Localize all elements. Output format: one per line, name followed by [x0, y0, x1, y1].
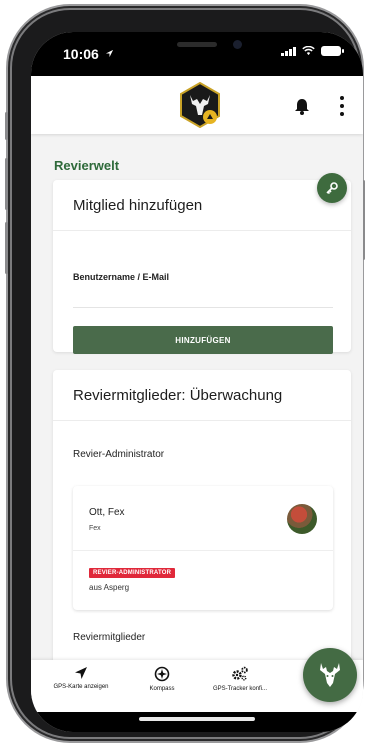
member-username: Fex	[89, 525, 101, 532]
kebab-menu-icon[interactable]	[339, 96, 345, 116]
avatar	[287, 504, 317, 534]
card-divider	[53, 230, 351, 231]
speaker	[177, 42, 217, 47]
deer-fab-button[interactable]	[303, 648, 357, 702]
member-card-divider	[73, 550, 333, 551]
input-underline	[73, 307, 333, 308]
location-arrow-icon	[105, 49, 114, 58]
members-title: Reviermitglieder: Überwachung	[73, 387, 283, 404]
deer-head-icon	[320, 663, 340, 687]
app-bar	[31, 76, 363, 134]
member-name: Ott, Fex	[89, 507, 125, 518]
gears-icon	[232, 666, 248, 681]
nav-label: Kompass	[149, 686, 175, 692]
volume-down-button	[5, 222, 8, 274]
volume-up-button	[5, 158, 8, 210]
admin-section-label: Revier-Administrator	[73, 449, 165, 460]
nav-label: GPS-Tracker konfi...	[212, 686, 268, 692]
nav-gps-tracker[interactable]: GPS-Tracker konfi...	[197, 666, 283, 692]
screen: 10:06 Revierwelt Mitglied hinzufügen Ben…	[31, 32, 363, 732]
status-bar: 10:06	[31, 32, 363, 76]
member-origin: aus Asperg	[89, 583, 130, 592]
add-member-button[interactable]: HINZUFÜGEN	[73, 326, 333, 354]
page-title: Revierwelt	[54, 158, 120, 173]
notch	[115, 32, 281, 62]
home-indicator[interactable]	[139, 717, 255, 721]
nav-compass[interactable]: Kompass	[131, 666, 193, 692]
wifi-icon	[302, 46, 315, 56]
nav-label: GPS-Karte anzeigen	[53, 684, 109, 690]
phone-frame: 10:06 Revierwelt Mitglied hinzufügen Ben…	[5, 10, 365, 737]
battery-icon	[321, 46, 344, 56]
members-section-label: Reviermitglieder	[73, 632, 146, 643]
username-email-label: Benutzername / E-Mail	[73, 272, 170, 282]
key-icon	[326, 182, 338, 195]
hunter-deer-logo[interactable]	[179, 82, 221, 128]
card-divider	[53, 420, 351, 421]
status-icons	[281, 46, 344, 56]
status-time: 10:06	[63, 46, 99, 62]
compass-icon	[154, 666, 170, 682]
home-indicator-area	[31, 712, 363, 732]
role-badge: REVIER-ADMINISTRATOR	[89, 568, 176, 578]
add-member-card: Mitglied hinzufügen Benutzername / E-Mai…	[53, 180, 351, 354]
front-camera	[233, 40, 242, 49]
admin-member-card[interactable]: Ott, Fex Fex REVIER-ADMINISTRATOR aus As…	[73, 486, 333, 610]
members-card: Reviermitglieder: Überwachung Revier-Adm…	[53, 370, 351, 710]
signal-icon	[281, 46, 296, 56]
navigation-arrow-icon	[75, 667, 87, 679]
key-icon-button[interactable]	[317, 173, 347, 203]
username-email-input[interactable]	[73, 286, 333, 306]
add-member-title: Mitglied hinzufügen	[73, 197, 203, 214]
nav-gps-map[interactable]: GPS-Karte anzeigen	[31, 666, 131, 690]
bell-icon[interactable]	[294, 98, 310, 115]
mute-switch	[5, 112, 8, 140]
